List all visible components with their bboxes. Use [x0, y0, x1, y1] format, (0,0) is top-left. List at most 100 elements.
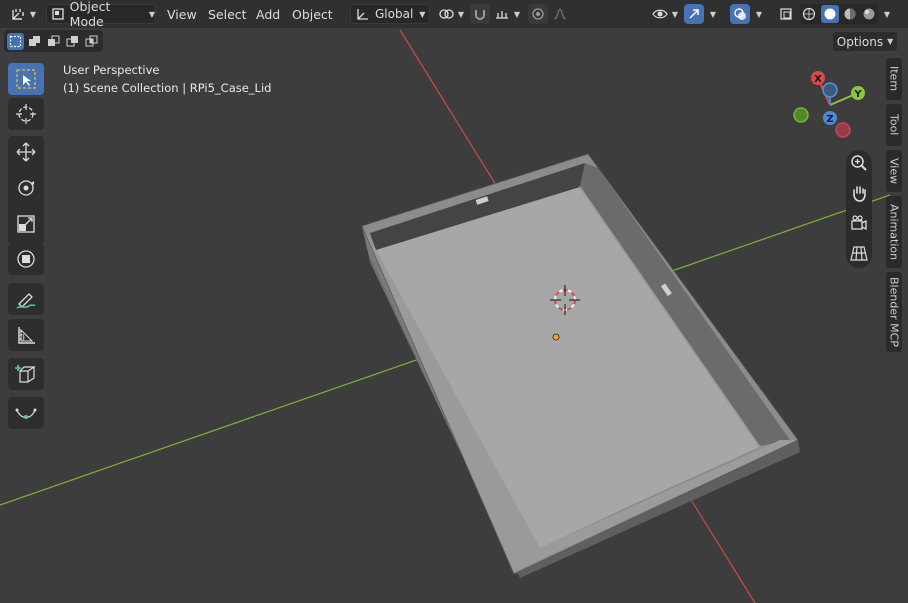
orientation-global-icon — [357, 9, 368, 20]
proportional-edit-icon — [532, 8, 544, 20]
options-label: Options — [836, 34, 884, 49]
measure-tool[interactable] — [8, 319, 44, 351]
cursor-tool[interactable] — [8, 98, 44, 130]
sidebar-tab-blender-mcp-label: Blender MCP — [887, 277, 901, 347]
collection-label: (1) Scene Collection | RPi5_Case_Lid — [63, 81, 272, 95]
overlays-icon — [734, 8, 746, 20]
shading-mode-group — [800, 4, 878, 24]
falloff-curve-icon — [553, 8, 567, 20]
add-cube-tool[interactable] — [8, 358, 44, 390]
sidebar-tab-item-label: Item — [887, 66, 901, 92]
snap-target-button[interactable]: ▼ — [492, 4, 522, 24]
object-mode-icon — [52, 8, 64, 20]
scale-tool[interactable] — [8, 208, 44, 240]
options-dropdown[interactable]: Options ▼ — [832, 31, 898, 52]
wireframe-shading-icon[interactable] — [802, 7, 816, 21]
3d-view-editor-icon — [12, 9, 24, 20]
overlays-toggle[interactable] — [730, 4, 750, 24]
rotate-tool[interactable] — [8, 172, 44, 204]
snap-increment-icon — [495, 11, 508, 19]
curve-tool[interactable] — [8, 397, 44, 429]
add-cube-icon — [15, 365, 36, 383]
menu-select[interactable]: Select — [208, 5, 247, 23]
zoom-button[interactable] — [846, 150, 872, 176]
orientation-label: Global — [375, 7, 414, 21]
transform-tool[interactable] — [8, 243, 44, 275]
material-shading-icon[interactable] — [843, 7, 857, 21]
visibility-button[interactable]: ▼ — [650, 4, 680, 24]
sidebar-tab-animation[interactable]: Animation — [886, 196, 902, 268]
xray-icon — [780, 8, 792, 20]
case-lid-mesh[interactable] — [361, 153, 800, 578]
sidebar-tab-view[interactable]: View — [886, 150, 902, 192]
scale-icon — [17, 215, 35, 233]
select-invert-icon — [66, 35, 78, 46]
pan-button[interactable] — [846, 180, 872, 206]
gizmo-toggle[interactable] — [684, 4, 704, 24]
viewport-header: ▼ Object Mode ▼ View Select Add Object G… — [0, 0, 908, 29]
perspective-toggle-button[interactable] — [846, 240, 872, 266]
menu-view[interactable]: View — [167, 5, 197, 23]
select-box-tool[interactable] — [8, 63, 44, 95]
xray-toggle[interactable] — [776, 4, 796, 24]
navigation-gizmo[interactable]: X Y Z — [793, 71, 865, 138]
sidebar-tab-blender-mcp[interactable]: Blender MCP — [886, 272, 902, 352]
sidebar-tab-view-label: View — [887, 157, 901, 185]
object-origin — [552, 333, 560, 341]
measure-icon — [18, 327, 35, 344]
select-extend-button[interactable] — [26, 33, 43, 50]
select-subtract-icon — [48, 35, 60, 46]
move-icon — [16, 142, 36, 162]
menu-object[interactable]: Object — [292, 5, 333, 23]
3d-viewport[interactable]: X Y Z ▼ Object Mode ▼ View Select Add Ob… — [0, 0, 908, 603]
hand-icon — [853, 186, 866, 202]
mode-label: Object Mode — [69, 0, 111, 29]
select-extend-icon — [29, 35, 40, 46]
selection-mode-group — [4, 30, 103, 52]
select-invert-button[interactable] — [64, 33, 81, 50]
gizmo-y-label: Y — [853, 89, 862, 100]
mode-dropdown[interactable]: Object Mode ▼ — [46, 0, 156, 29]
select-subtract-button[interactable] — [45, 33, 62, 50]
magnet-icon — [475, 10, 485, 20]
transform-icon — [17, 250, 35, 268]
perspective-label: User Perspective — [63, 63, 160, 77]
gizmo-dropdown[interactable]: ▼ — [706, 4, 720, 24]
transform-orientation-dropdown[interactable]: Global ▼ — [350, 4, 430, 24]
select-new-button[interactable] — [7, 32, 24, 50]
sidebar-tab-item[interactable]: Item — [886, 58, 902, 100]
eye-icon — [652, 9, 668, 19]
grid-perspective-icon — [850, 246, 868, 261]
camera-view-button[interactable] — [846, 210, 872, 236]
menu-add[interactable]: Add — [256, 5, 280, 23]
gizmo-arrow-icon — [689, 9, 699, 19]
sidebar-tab-animation-label: Animation — [887, 203, 901, 261]
select-new-icon — [9, 35, 22, 47]
sidebar-tab-tool[interactable]: Tool — [886, 104, 902, 146]
select-box-icon — [16, 69, 36, 89]
pivot-link-icon — [439, 9, 454, 19]
snap-toggle[interactable] — [470, 4, 490, 24]
gizmo-z-label: Z — [826, 114, 833, 125]
annotate-tool[interactable] — [8, 283, 44, 315]
rotate-icon — [18, 180, 34, 196]
camera-icon — [851, 215, 867, 231]
gizmo-x-label: X — [814, 74, 822, 85]
solid-shading-button[interactable] — [820, 5, 839, 23]
shading-dropdown[interactable]: ▼ — [880, 4, 894, 24]
curve-icon — [15, 408, 37, 419]
select-intersect-icon — [85, 35, 98, 46]
proportional-falloff-button[interactable] — [550, 4, 570, 24]
solid-shading-icon — [824, 8, 836, 20]
overlays-dropdown[interactable]: ▼ — [752, 4, 766, 24]
annotate-icon — [16, 293, 36, 309]
sidebar-tab-tool-label: Tool — [887, 114, 901, 136]
rendered-shading-icon[interactable] — [862, 7, 876, 21]
editor-type-button[interactable]: ▼ — [6, 4, 40, 24]
cursor-icon — [16, 104, 36, 124]
proportional-editing-toggle[interactable] — [528, 4, 548, 24]
select-intersect-button[interactable] — [83, 33, 100, 50]
pivot-point-button[interactable]: ▼ — [436, 4, 466, 24]
move-tool[interactable] — [8, 136, 44, 168]
zoom-in-icon — [851, 155, 867, 171]
